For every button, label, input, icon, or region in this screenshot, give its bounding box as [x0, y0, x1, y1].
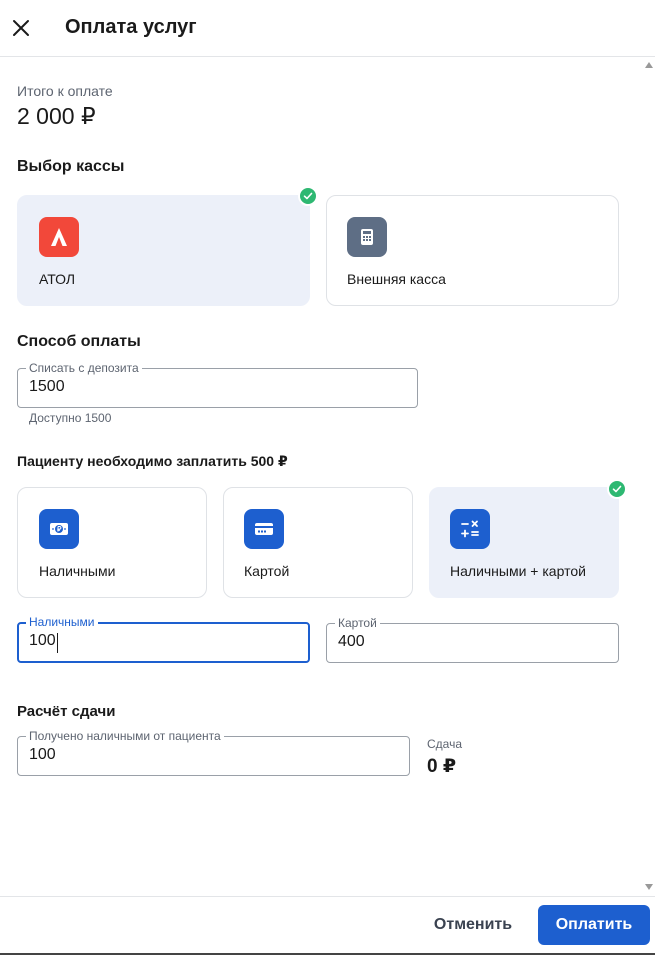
dialog-header: Оплата услуг	[0, 0, 655, 57]
cash-ruble-icon	[39, 509, 79, 549]
received-cash-field[interactable]: Получено наличными от пациента	[17, 729, 410, 776]
change-label: Сдача	[427, 737, 463, 751]
pay-button[interactable]: Оплатить	[538, 905, 650, 945]
cashbox-section-title: Выбор кассы	[17, 158, 125, 175]
selected-check-icon	[607, 479, 627, 499]
deposit-field[interactable]: Списать с депозита	[17, 361, 418, 408]
close-icon[interactable]	[10, 17, 32, 39]
payment-option-cash[interactable]: Наличными	[17, 487, 207, 598]
deposit-input[interactable]	[29, 378, 349, 396]
cancel-button[interactable]: Отменить	[421, 905, 525, 945]
cash-amount-input[interactable]	[29, 632, 261, 650]
scrollbar[interactable]	[643, 58, 655, 896]
dialog-title: Оплата услуг	[65, 16, 197, 38]
deposit-field-label: Списать с депозита	[26, 361, 142, 375]
payment-option-label: Наличными	[39, 563, 116, 579]
received-cash-input[interactable]	[29, 746, 342, 764]
payment-option-card[interactable]: Картой	[223, 487, 413, 598]
payment-method-title: Способ оплаты	[17, 333, 141, 350]
scroll-down-arrow-icon[interactable]	[645, 884, 653, 890]
total-amount: 2 000 ₽	[17, 103, 96, 129]
card-amount-field[interactable]: Картой	[326, 616, 619, 663]
patient-payment-title: Пациенту необходимо заплатить 500 ₽	[17, 453, 288, 469]
cashbox-option-atol[interactable]: АТОЛ	[17, 195, 310, 306]
change-amount: 0 ₽	[427, 756, 457, 777]
cash-amount-field[interactable]: Наличными	[17, 615, 310, 663]
selected-check-icon	[298, 186, 318, 206]
total-label: Итого к оплате	[17, 83, 113, 99]
payment-option-label: Наличными + картой	[450, 563, 586, 579]
cashbox-option-label: Внешняя касса	[347, 271, 446, 287]
scroll-up-arrow-icon[interactable]	[645, 62, 653, 68]
atol-logo-icon	[39, 217, 79, 257]
cashbox-option-label: АТОЛ	[39, 271, 76, 287]
payment-option-cash-and-card[interactable]: Наличными + картой	[429, 487, 619, 598]
cash-amount-label: Наличными	[26, 615, 98, 629]
card-amount-input[interactable]	[338, 633, 571, 651]
card-icon	[244, 509, 284, 549]
card-amount-label: Картой	[335, 616, 380, 630]
cashbox-option-external[interactable]: Внешняя касса	[326, 195, 619, 306]
change-section-title: Расчёт сдачи	[17, 703, 116, 720]
cash-register-icon	[347, 217, 387, 257]
payment-option-label: Картой	[244, 563, 290, 579]
deposit-available-hint: Доступно 1500	[29, 411, 112, 425]
calculator-icon	[450, 509, 490, 549]
text-caret	[57, 633, 58, 653]
received-cash-label: Получено наличными от пациента	[26, 729, 224, 743]
